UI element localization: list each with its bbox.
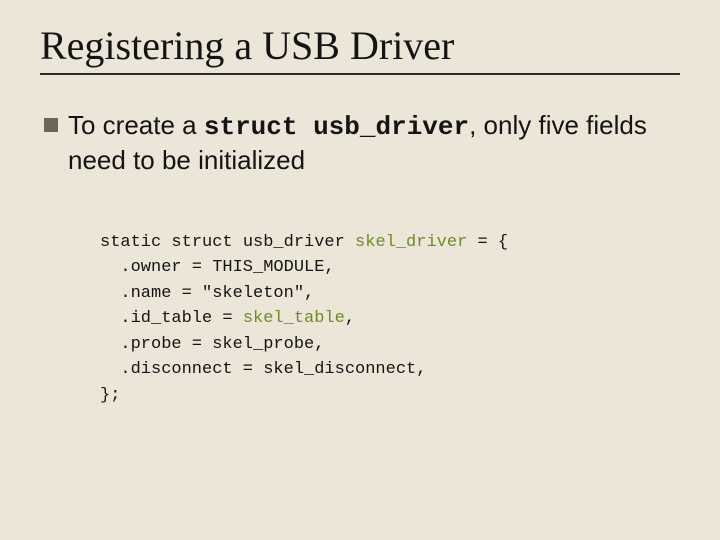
code-l4b: skel_table: [243, 309, 345, 328]
code-l4a: .id_table =: [120, 309, 242, 328]
slide-body: To create a struct usb_driver, only five…: [0, 81, 720, 434]
code-line-1: static struct usb_driver skel_driver = {: [100, 233, 508, 252]
code-l1a: static struct usb_driver: [100, 233, 355, 252]
code-l4c: ,: [345, 309, 355, 328]
title-rule: [40, 73, 680, 75]
code-line-7: };: [100, 386, 120, 405]
bullet-text: To create a struct usb_driver, only five…: [68, 109, 680, 176]
slide: Registering a USB Driver To create a str…: [0, 0, 720, 540]
bullet-item: To create a struct usb_driver, only five…: [44, 109, 680, 176]
code-line-2: .owner = THIS_MODULE,: [100, 258, 335, 277]
slide-title: Registering a USB Driver: [40, 22, 680, 69]
code-l7: };: [100, 386, 120, 405]
title-area: Registering a USB Driver: [0, 0, 720, 81]
code-l1b: skel_driver: [355, 233, 467, 252]
code-l3: .name = "skeleton",: [120, 284, 314, 303]
code-line-5: .probe = skel_probe,: [100, 335, 324, 354]
code-l2: .owner = THIS_MODULE,: [120, 258, 334, 277]
square-bullet-icon: [44, 118, 58, 132]
code-line-3: .name = "skeleton",: [100, 284, 314, 303]
code-line-6: .disconnect = skel_disconnect,: [100, 360, 426, 379]
bullet-pre: To create a: [68, 110, 204, 140]
bullet-code: struct usb_driver: [204, 112, 469, 142]
code-block: static struct usb_driver skel_driver = {…: [100, 204, 680, 434]
code-l1c: = {: [467, 233, 508, 252]
code-l5: .probe = skel_probe,: [120, 335, 324, 354]
code-l6: .disconnect = skel_disconnect,: [120, 360, 426, 379]
code-line-4: .id_table = skel_table,: [100, 309, 355, 328]
